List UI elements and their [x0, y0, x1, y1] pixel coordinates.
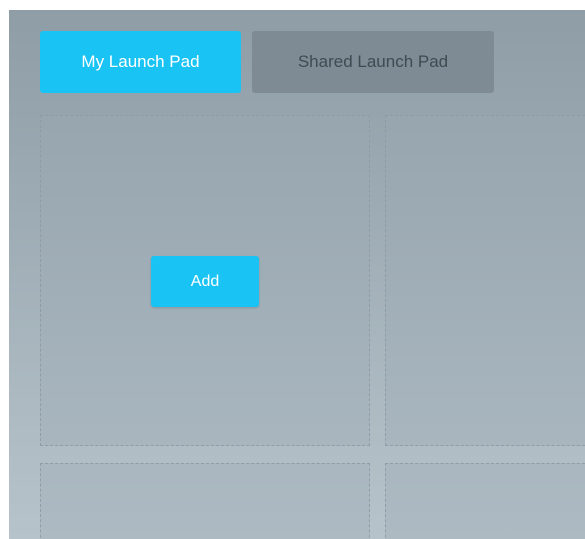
launch-pad-slot[interactable]	[40, 463, 370, 539]
tab-shared-launch-pad[interactable]: Shared Launch Pad	[252, 31, 494, 93]
tab-my-launch-pad[interactable]: My Launch Pad	[40, 31, 241, 93]
launch-pad-slot[interactable]	[385, 463, 585, 539]
add-button[interactable]: Add	[151, 256, 259, 307]
launch-pad-panel: My Launch Pad Shared Launch Pad Add	[9, 10, 585, 539]
launch-pad-slot[interactable]	[385, 115, 585, 446]
